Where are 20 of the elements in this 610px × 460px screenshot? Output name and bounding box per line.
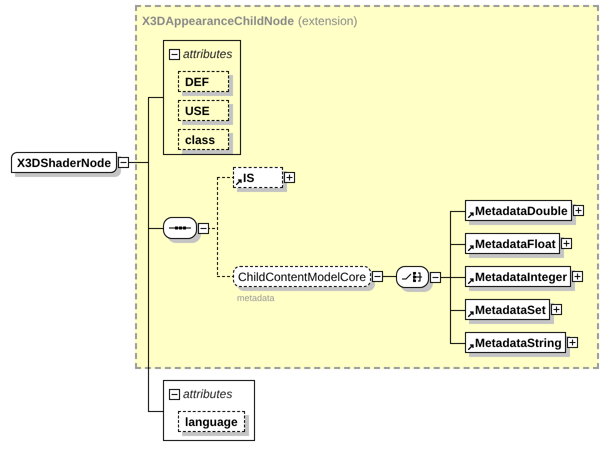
extension-label: (extension) <box>298 13 358 30</box>
collapse-icon[interactable] <box>169 48 180 60</box>
expand-icon[interactable] <box>572 271 584 282</box>
collapse-icon[interactable] <box>198 222 209 234</box>
group-label: attributes <box>183 386 232 403</box>
expand-icon[interactable] <box>566 337 578 348</box>
expand-icon[interactable] <box>560 238 572 249</box>
sequence-icon <box>169 225 191 231</box>
choice-icon <box>402 271 424 283</box>
connector-line <box>380 276 396 277</box>
annotation-text: metadata <box>237 292 275 305</box>
extension-title: X3DAppearanceChildNode <box>142 13 294 30</box>
collapse-icon[interactable] <box>169 388 180 400</box>
collapse-icon[interactable] <box>118 157 130 168</box>
expand-icon[interactable] <box>550 304 562 315</box>
expand-icon[interactable] <box>572 205 584 216</box>
group-label: attributes <box>183 46 232 63</box>
collapse-icon[interactable] <box>372 271 384 282</box>
expand-icon[interactable] <box>284 172 295 183</box>
collapse-icon[interactable] <box>430 272 441 282</box>
